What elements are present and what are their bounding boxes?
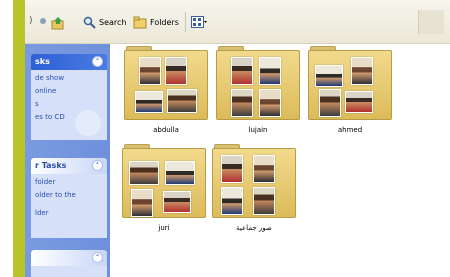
search-label: Search <box>99 18 127 27</box>
panel-picture-tasks-body: de show online s es to CD <box>31 70 107 140</box>
task-link[interactable]: folder <box>35 178 103 186</box>
folders-label: Folders <box>150 18 179 27</box>
back-arrow-icon: ) <box>29 16 33 26</box>
folder-icon <box>122 148 206 218</box>
photo-thumbnail <box>139 57 161 85</box>
photo-thumbnail <box>253 187 275 215</box>
photo-thumbnail <box>163 191 191 213</box>
collapse-chevron-icon[interactable]: ˄ <box>92 56 103 67</box>
photo-thumbnail <box>259 89 281 117</box>
photo-thumbnail <box>231 89 253 117</box>
magnifier-icon <box>83 16 96 29</box>
folder-icon <box>212 148 296 218</box>
folder-icon <box>216 50 300 120</box>
photo-thumbnail <box>221 155 243 183</box>
photo-thumbnail <box>351 57 373 85</box>
photo-thumbnail <box>319 89 341 117</box>
panel-other-places-body <box>31 266 107 277</box>
folders-icon <box>133 16 147 29</box>
panel-file-tasks-title: r Tasks <box>35 161 67 170</box>
folder-icon <box>124 50 208 120</box>
task-link[interactable]: lder <box>35 209 103 217</box>
search-button[interactable]: Search <box>83 16 126 29</box>
collapse-chevron-icon[interactable]: ˄ <box>92 160 103 171</box>
panel-picture-tasks-title: sks <box>35 57 50 66</box>
folder-label: صور جماعية <box>236 224 272 232</box>
task-link[interactable]: older to the <box>35 191 103 199</box>
panel-file-tasks-header[interactable]: r Tasks ˄ <box>31 158 107 174</box>
task-link[interactable]: online <box>35 87 103 95</box>
toolbar-separator <box>185 12 186 32</box>
folder-view: abdulla lujain ahmed juri صور جماعية <box>110 44 450 277</box>
task-pane: sks ˄ de show online s es to CD r Tasks … <box>25 44 110 277</box>
photo-thumbnail <box>253 155 275 183</box>
photo-thumbnail <box>129 161 159 185</box>
collapse-chevron-icon[interactable]: ˄ <box>92 252 103 263</box>
up-folder-button[interactable] <box>51 16 65 30</box>
photo-thumbnail <box>131 189 153 217</box>
forward-dot-icon <box>39 18 46 24</box>
toolbar-right-panel <box>418 10 444 34</box>
task-link[interactable]: de show <box>35 74 103 82</box>
photo-thumbnail <box>167 89 197 113</box>
photo-thumbnail <box>221 187 243 215</box>
panel-file-tasks-body: folder older to the lder <box>31 174 107 238</box>
photo-thumbnail <box>345 91 373 113</box>
folder-up-icon <box>51 17 64 30</box>
views-grid-icon <box>191 16 207 28</box>
task-link[interactable]: s <box>35 100 103 108</box>
folders-button[interactable]: Folders <box>133 16 179 29</box>
window-edge <box>0 0 13 277</box>
views-button[interactable] <box>191 16 207 29</box>
cd-watermark-icon <box>75 110 101 136</box>
panel-other-places-header[interactable]: ˄ <box>31 250 107 266</box>
back-button[interactable]: ) <box>29 16 46 26</box>
accent-stripe <box>13 0 25 277</box>
folder-label: juri <box>158 224 170 232</box>
folder-label: ahmed <box>337 126 363 134</box>
toolbar: ) Search Folders <box>25 0 450 44</box>
photo-thumbnail <box>259 57 281 85</box>
folder-icon <box>308 50 392 120</box>
photo-thumbnail <box>165 161 195 185</box>
panel-picture-tasks-header[interactable]: sks ˄ <box>31 54 107 70</box>
folder-label: lujain <box>248 126 268 134</box>
folder-label: abdulla <box>153 126 179 134</box>
photo-thumbnail <box>135 91 163 113</box>
photo-thumbnail <box>315 65 343 87</box>
photo-thumbnail <box>165 57 187 85</box>
photo-thumbnail <box>231 57 253 85</box>
